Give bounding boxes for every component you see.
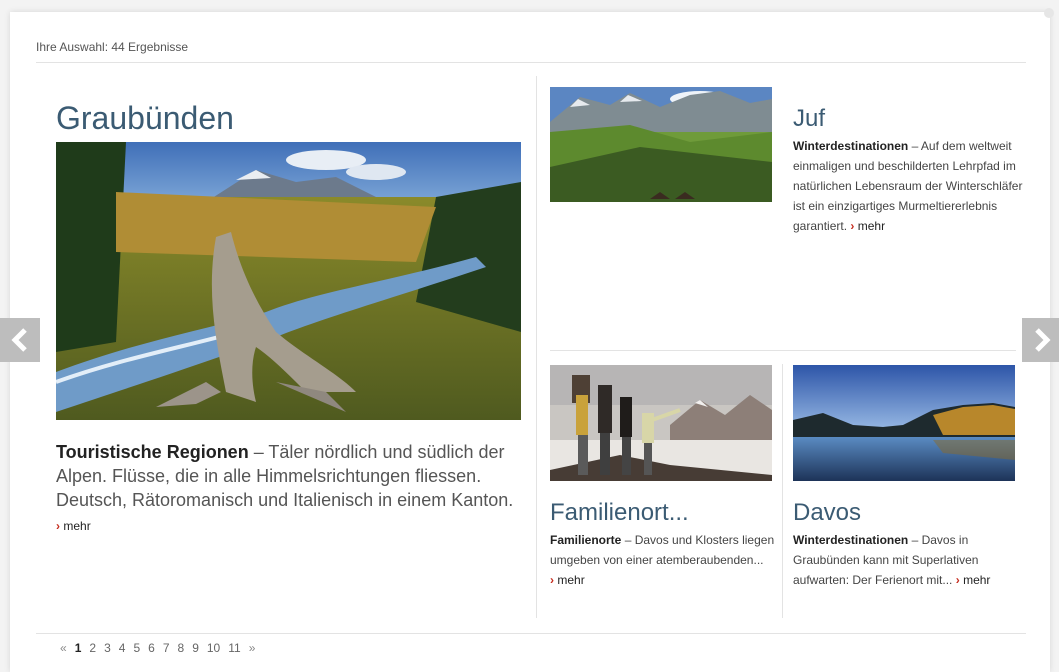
divider-bottom [36,633,1026,634]
divider-vertical [536,76,537,618]
davos-more-link[interactable]: › mehr [956,573,991,587]
family-image-svg [550,365,772,481]
page-link-11[interactable]: 11 [228,641,240,655]
family-lead: Familienorte [550,533,622,547]
juf-more-label: mehr [857,219,886,233]
juf-image-svg [550,87,772,202]
page-link-6[interactable]: 6 [148,641,155,655]
featured-image-svg [56,142,521,420]
results-count: Ihre Auswahl: 44 Ergebnisse [36,40,189,54]
divider-top [36,62,1026,63]
davos-description: Winterdestinationen – Davos in Graubünde… [793,530,1019,590]
juf-text: – Auf dem weltweit einmaligen und beschi… [793,139,1023,233]
divider-vertical-small [782,364,783,618]
featured-description: Touristische Regionen – Täler nördlich u… [56,440,526,538]
featured-more-label: mehr [63,519,91,533]
featured-title[interactable]: Graubünden [56,100,234,137]
page-link-8[interactable]: 8 [178,641,185,655]
corner-decoration [1044,8,1054,18]
page-link-1[interactable]: 1 [75,641,82,655]
page-link-4[interactable]: 4 [119,641,126,655]
chevron-right-icon: › [550,573,554,587]
page-link-3[interactable]: 3 [104,641,111,655]
davos-more-label: mehr [963,573,991,587]
page-link-5[interactable]: 5 [133,641,140,655]
page-link-10[interactable]: 10 [207,641,220,655]
results-panel: Ihre Auswahl: 44 Ergebnisse Graubünden T… [10,8,1054,672]
featured-lead: Touristische Regionen [56,442,249,462]
carousel-prev-button[interactable] [0,318,40,362]
page-link-2[interactable]: 2 [89,641,96,655]
family-more-label: mehr [557,573,585,587]
davos-title[interactable]: Davos [793,499,861,527]
davos-image-lake[interactable] [793,365,1015,481]
pagination: « 1 2 3 4 5 6 7 8 9 10 11 » [60,641,255,655]
davos-lead: Winterdestinationen [793,533,909,547]
carousel-next-button[interactable] [1022,318,1059,362]
page-next-link[interactable]: » [249,641,256,655]
family-image-hikers[interactable] [550,365,772,481]
juf-title[interactable]: Juf [793,105,825,133]
chevron-right-icon [1035,328,1051,352]
chevron-right-icon: › [850,219,855,233]
juf-more-link[interactable]: › mehr [850,219,885,233]
family-more-link[interactable]: › mehr [550,573,585,587]
family-description: Familienorte – Davos und Klosters liegen… [550,530,776,590]
chevron-left-icon [11,328,27,352]
page-link-9[interactable]: 9 [192,641,199,655]
divider-horizontal [550,350,1016,351]
page-prev-link[interactable]: « [60,641,67,655]
featured-more-link[interactable]: › mehr [56,519,91,533]
chevron-right-icon: › [955,573,960,587]
juf-lead: Winterdestinationen [793,139,909,153]
featured-image-landscape[interactable] [56,142,521,420]
family-title[interactable]: Familienort... [550,499,689,527]
juf-image-landscape[interactable] [550,87,772,202]
chevron-right-icon: › [56,519,60,533]
page-link-7[interactable]: 7 [163,641,170,655]
juf-description: Winterdestinationen – Auf dem weltweit e… [793,136,1023,236]
davos-image-svg [793,365,1015,481]
